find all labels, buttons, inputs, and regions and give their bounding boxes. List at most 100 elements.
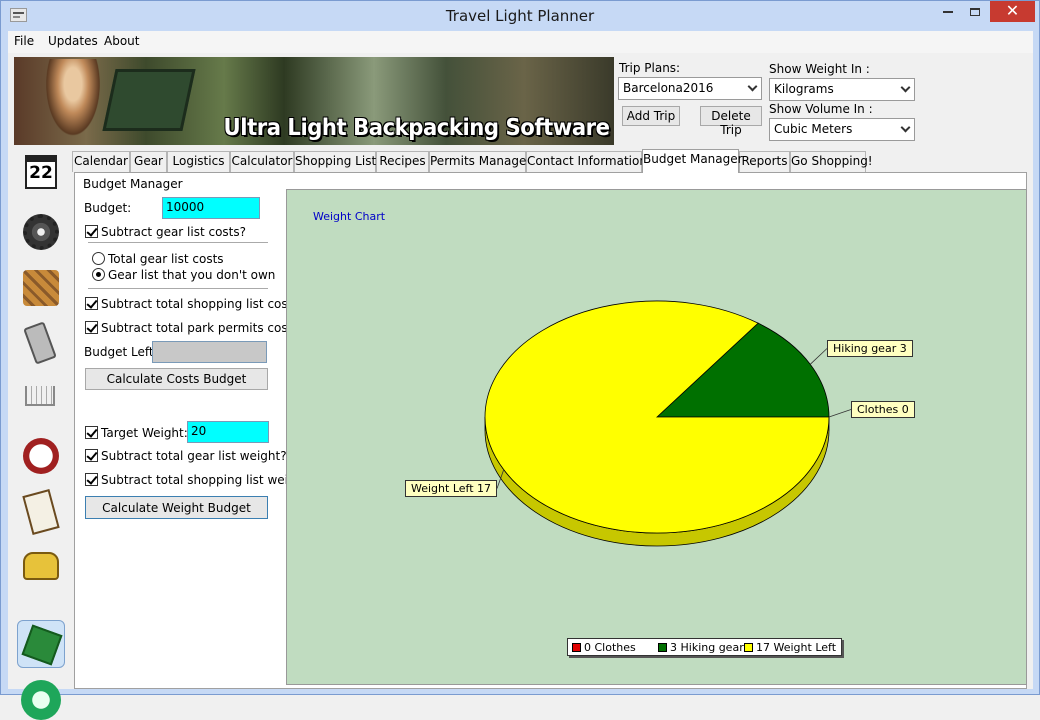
subtract-gear-weight-label: Subtract total gear list weight? <box>101 449 287 463</box>
volume-unit-select[interactable]: Cubic Meters <box>769 118 915 141</box>
owned-gear-radio[interactable] <box>92 268 105 281</box>
menu-bar: File Updates About <box>8 31 1033 53</box>
total-gear-radio[interactable] <box>92 252 105 265</box>
subtract-permits-checkbox[interactable] <box>85 321 98 334</box>
subtract-shopping-label: Subtract total shopping list costs? <box>101 297 305 311</box>
budget-input[interactable]: 10000 <box>162 197 260 219</box>
minimize-button[interactable] <box>934 1 962 22</box>
trip-plans-label: Trip Plans: <box>619 61 681 75</box>
pie-chart-svg <box>484 300 852 547</box>
budget-left-label: Budget Left: <box>84 345 158 359</box>
clipboard-icon <box>22 489 60 535</box>
budget-manager-panel: Budget Manager Budget: 10000 Subtract ge… <box>74 172 1027 689</box>
sidebar-mail[interactable] <box>17 676 65 720</box>
banner-laptop-figure <box>102 69 196 131</box>
sidebar-gear[interactable] <box>17 208 65 256</box>
subtract-shopping-checkbox[interactable] <box>85 297 98 310</box>
app-window: Travel Light Planner ✕ File Updates Abou… <box>0 0 1040 720</box>
subtract-shopping-weight-checkbox[interactable] <box>85 473 98 486</box>
banner-image: Ultra Light Backpacking Software <box>14 57 614 145</box>
legend-swatch <box>744 643 753 652</box>
title-bar[interactable]: Travel Light Planner ✕ <box>1 1 1039 31</box>
owned-gear-radio-label: Gear list that you don't own <box>108 268 276 282</box>
target-weight-checkbox[interactable] <box>85 426 98 439</box>
tab-calendar[interactable]: Calendar <box>72 151 130 172</box>
callout-leader-line <box>828 409 852 418</box>
target-weight-label: Target Weight: <box>101 426 188 440</box>
calculator-icon <box>23 321 57 365</box>
shopping-cart-icon <box>25 386 55 406</box>
callout-clothes: Clothes 0 <box>851 401 915 418</box>
window-title: Travel Light Planner <box>445 7 595 25</box>
tab-strip: Calendar Gear Logistics Calculator Shopp… <box>72 149 1032 173</box>
menu-updates[interactable]: Updates <box>48 34 98 48</box>
module-sidebar: 22 <box>14 149 70 720</box>
subtract-shopping-weight-label: Subtract total shopping list weight? <box>101 473 315 487</box>
legend-label: 3 Hiking gear <box>670 641 744 654</box>
tab-go-shopping[interactable]: Go Shopping! <box>790 151 873 172</box>
gear-icon <box>23 214 59 250</box>
budget-left-output <box>152 341 267 363</box>
phone-icon <box>23 552 59 580</box>
volume-unit-label: Show Volume In : <box>769 102 873 116</box>
subtract-gear-weight-checkbox[interactable] <box>85 449 98 462</box>
sidebar-calendar[interactable]: 22 <box>17 149 65 197</box>
weight-unit-select[interactable]: Kilograms <box>769 78 915 101</box>
sidebar-calculator[interactable] <box>17 320 65 368</box>
tab-reports[interactable]: Reports <box>739 151 790 172</box>
sidebar-logistics[interactable] <box>17 264 65 312</box>
calculate-costs-button[interactable]: Calculate Costs Budget <box>85 368 268 390</box>
menu-file[interactable]: File <box>14 34 34 48</box>
weight-unit-value: Kilograms <box>774 82 834 96</box>
legend-item: 17 Weight Left <box>744 641 836 654</box>
banner-hiker-figure <box>42 59 104 143</box>
legend-item: 0 Clothes <box>572 641 636 654</box>
trip-plans-value: Barcelona2016 <box>623 81 714 95</box>
banner-text: Ultra Light Backpacking Software <box>224 115 610 141</box>
subtract-gear-label: Subtract gear list costs? <box>101 225 247 239</box>
trip-plans-select[interactable]: Barcelona2016 <box>618 77 762 100</box>
tab-calculator[interactable]: Calculator <box>230 151 294 172</box>
tab-contact-information[interactable]: Contact Information <box>526 151 647 172</box>
subtract-permits-label: Subtract total park permits costs? <box>101 321 305 335</box>
add-trip-button[interactable]: Add Trip <box>622 106 680 126</box>
chef-icon <box>23 438 59 474</box>
legend-item: 3 Hiking gear <box>658 641 744 654</box>
subtract-gear-checkbox[interactable] <box>85 225 98 238</box>
chevron-down-icon <box>900 122 911 133</box>
menu-about[interactable]: About <box>104 34 139 48</box>
close-button[interactable]: ✕ <box>990 1 1035 22</box>
target-weight-input[interactable]: 20 <box>187 421 269 443</box>
chart-legend: 0 Clothes 3 Hiking gear 17 Weight Left <box>567 638 842 656</box>
sidebar-permits[interactable] <box>17 488 65 536</box>
divider <box>88 242 268 243</box>
maximize-button[interactable] <box>962 1 988 22</box>
sidebar-budget[interactable] <box>17 620 65 668</box>
tab-recipes[interactable]: Recipes <box>376 151 429 172</box>
callout-weight-left: Weight Left 17 <box>405 480 498 497</box>
legend-label: 0 Clothes <box>584 641 636 654</box>
volume-unit-value: Cubic Meters <box>774 122 853 136</box>
budget-group-title: Budget Manager <box>83 177 183 191</box>
tab-gear[interactable]: Gear <box>130 151 167 172</box>
divider <box>88 288 268 289</box>
sidebar-shopping[interactable] <box>17 376 65 424</box>
money-icon <box>21 624 63 666</box>
legend-swatch <box>658 643 667 652</box>
sidebar-contacts[interactable] <box>17 544 65 592</box>
tab-permits-manager[interactable]: Permits Manager <box>429 151 531 172</box>
sidebar-recipes[interactable] <box>17 432 65 480</box>
chevron-down-icon <box>747 81 758 92</box>
calendar-icon: 22 <box>25 155 57 189</box>
tab-shopping-list[interactable]: Shopping List <box>294 151 376 172</box>
callout-hiking-gear: Hiking gear 3 <box>827 340 913 357</box>
delete-trip-button[interactable]: Delete Trip <box>700 106 762 137</box>
chevron-down-icon <box>900 82 911 93</box>
map-icon <box>23 270 59 306</box>
budget-label: Budget: <box>84 201 132 215</box>
tab-logistics[interactable]: Logistics <box>167 151 230 172</box>
calculate-weight-button[interactable]: Calculate Weight Budget <box>85 496 268 519</box>
minimize-icon <box>943 10 953 13</box>
total-gear-radio-label: Total gear list costs <box>108 252 224 266</box>
tab-budget-manager[interactable]: Budget Manager <box>642 149 743 173</box>
